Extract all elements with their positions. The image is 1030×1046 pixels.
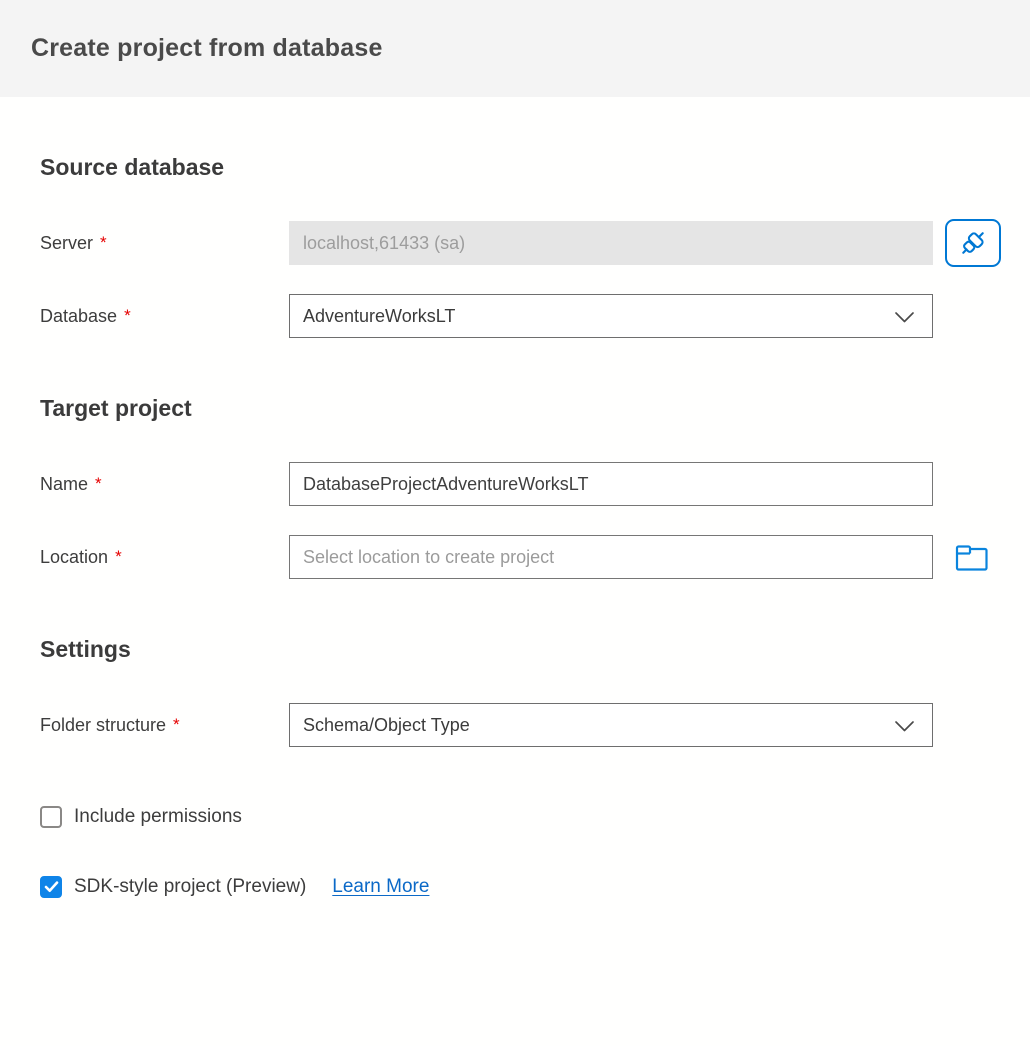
include-permissions-label: Include permissions — [74, 806, 242, 828]
server-label: Server * — [40, 233, 289, 254]
name-label: Name * — [40, 474, 289, 495]
server-field — [289, 221, 933, 265]
folder-structure-label-text: Folder structure — [40, 715, 166, 735]
include-permissions-checkbox[interactable] — [40, 806, 62, 828]
folder-structure-dropdown[interactable]: Schema/Object Type — [289, 703, 933, 747]
server-input[interactable] — [289, 221, 933, 265]
dialog-title: Create project from database — [31, 34, 383, 63]
folder-structure-dropdown-value: Schema/Object Type — [303, 715, 470, 736]
required-asterisk: * — [95, 474, 102, 493]
name-field — [289, 462, 933, 506]
sdk-style-checkbox[interactable] — [40, 876, 62, 898]
folder-structure-label: Folder structure * — [40, 715, 289, 736]
section-heading-target-project: Target project — [40, 395, 990, 422]
folder-structure-field: Schema/Object Type — [289, 703, 933, 747]
name-row: Name * — [40, 462, 990, 506]
connect-button[interactable] — [945, 219, 1001, 267]
required-asterisk: * — [115, 547, 122, 566]
location-field — [289, 535, 933, 579]
chevron-down-icon — [894, 311, 915, 324]
database-row: Database * AdventureWorksLT — [40, 294, 990, 338]
include-permissions-row: Include permissions — [40, 806, 990, 828]
folder-icon — [954, 541, 990, 573]
plug-icon — [958, 228, 988, 258]
sdk-style-row: SDK-style project (Preview) Learn More — [40, 876, 990, 898]
required-asterisk: * — [100, 233, 107, 252]
chevron-down-icon — [894, 720, 915, 733]
checkmark-icon — [44, 881, 59, 893]
database-label: Database * — [40, 306, 289, 327]
section-heading-source-database: Source database — [40, 154, 990, 181]
location-label-text: Location — [40, 547, 108, 567]
folder-structure-row: Folder structure * Schema/Object Type — [40, 703, 990, 747]
section-heading-settings: Settings — [40, 636, 990, 663]
database-dropdown-value: AdventureWorksLT — [303, 306, 455, 327]
server-row: Server * — [40, 221, 990, 265]
dialog-body: Source database Server * Database * — [0, 154, 1030, 898]
name-label-text: Name — [40, 474, 88, 494]
database-field: AdventureWorksLT — [289, 294, 933, 338]
dialog-header: Create project from database — [0, 0, 1030, 97]
browse-folder-button[interactable] — [951, 536, 993, 578]
required-asterisk: * — [173, 715, 180, 734]
server-label-text: Server — [40, 233, 93, 253]
location-row: Location * — [40, 535, 990, 579]
location-input[interactable] — [289, 535, 933, 579]
learn-more-link[interactable]: Learn More — [332, 876, 429, 898]
project-name-input[interactable] — [289, 462, 933, 506]
required-asterisk: * — [124, 306, 131, 325]
database-label-text: Database — [40, 306, 117, 326]
sdk-style-label: SDK-style project (Preview) — [74, 876, 306, 898]
database-dropdown[interactable]: AdventureWorksLT — [289, 294, 933, 338]
location-label: Location * — [40, 547, 289, 568]
